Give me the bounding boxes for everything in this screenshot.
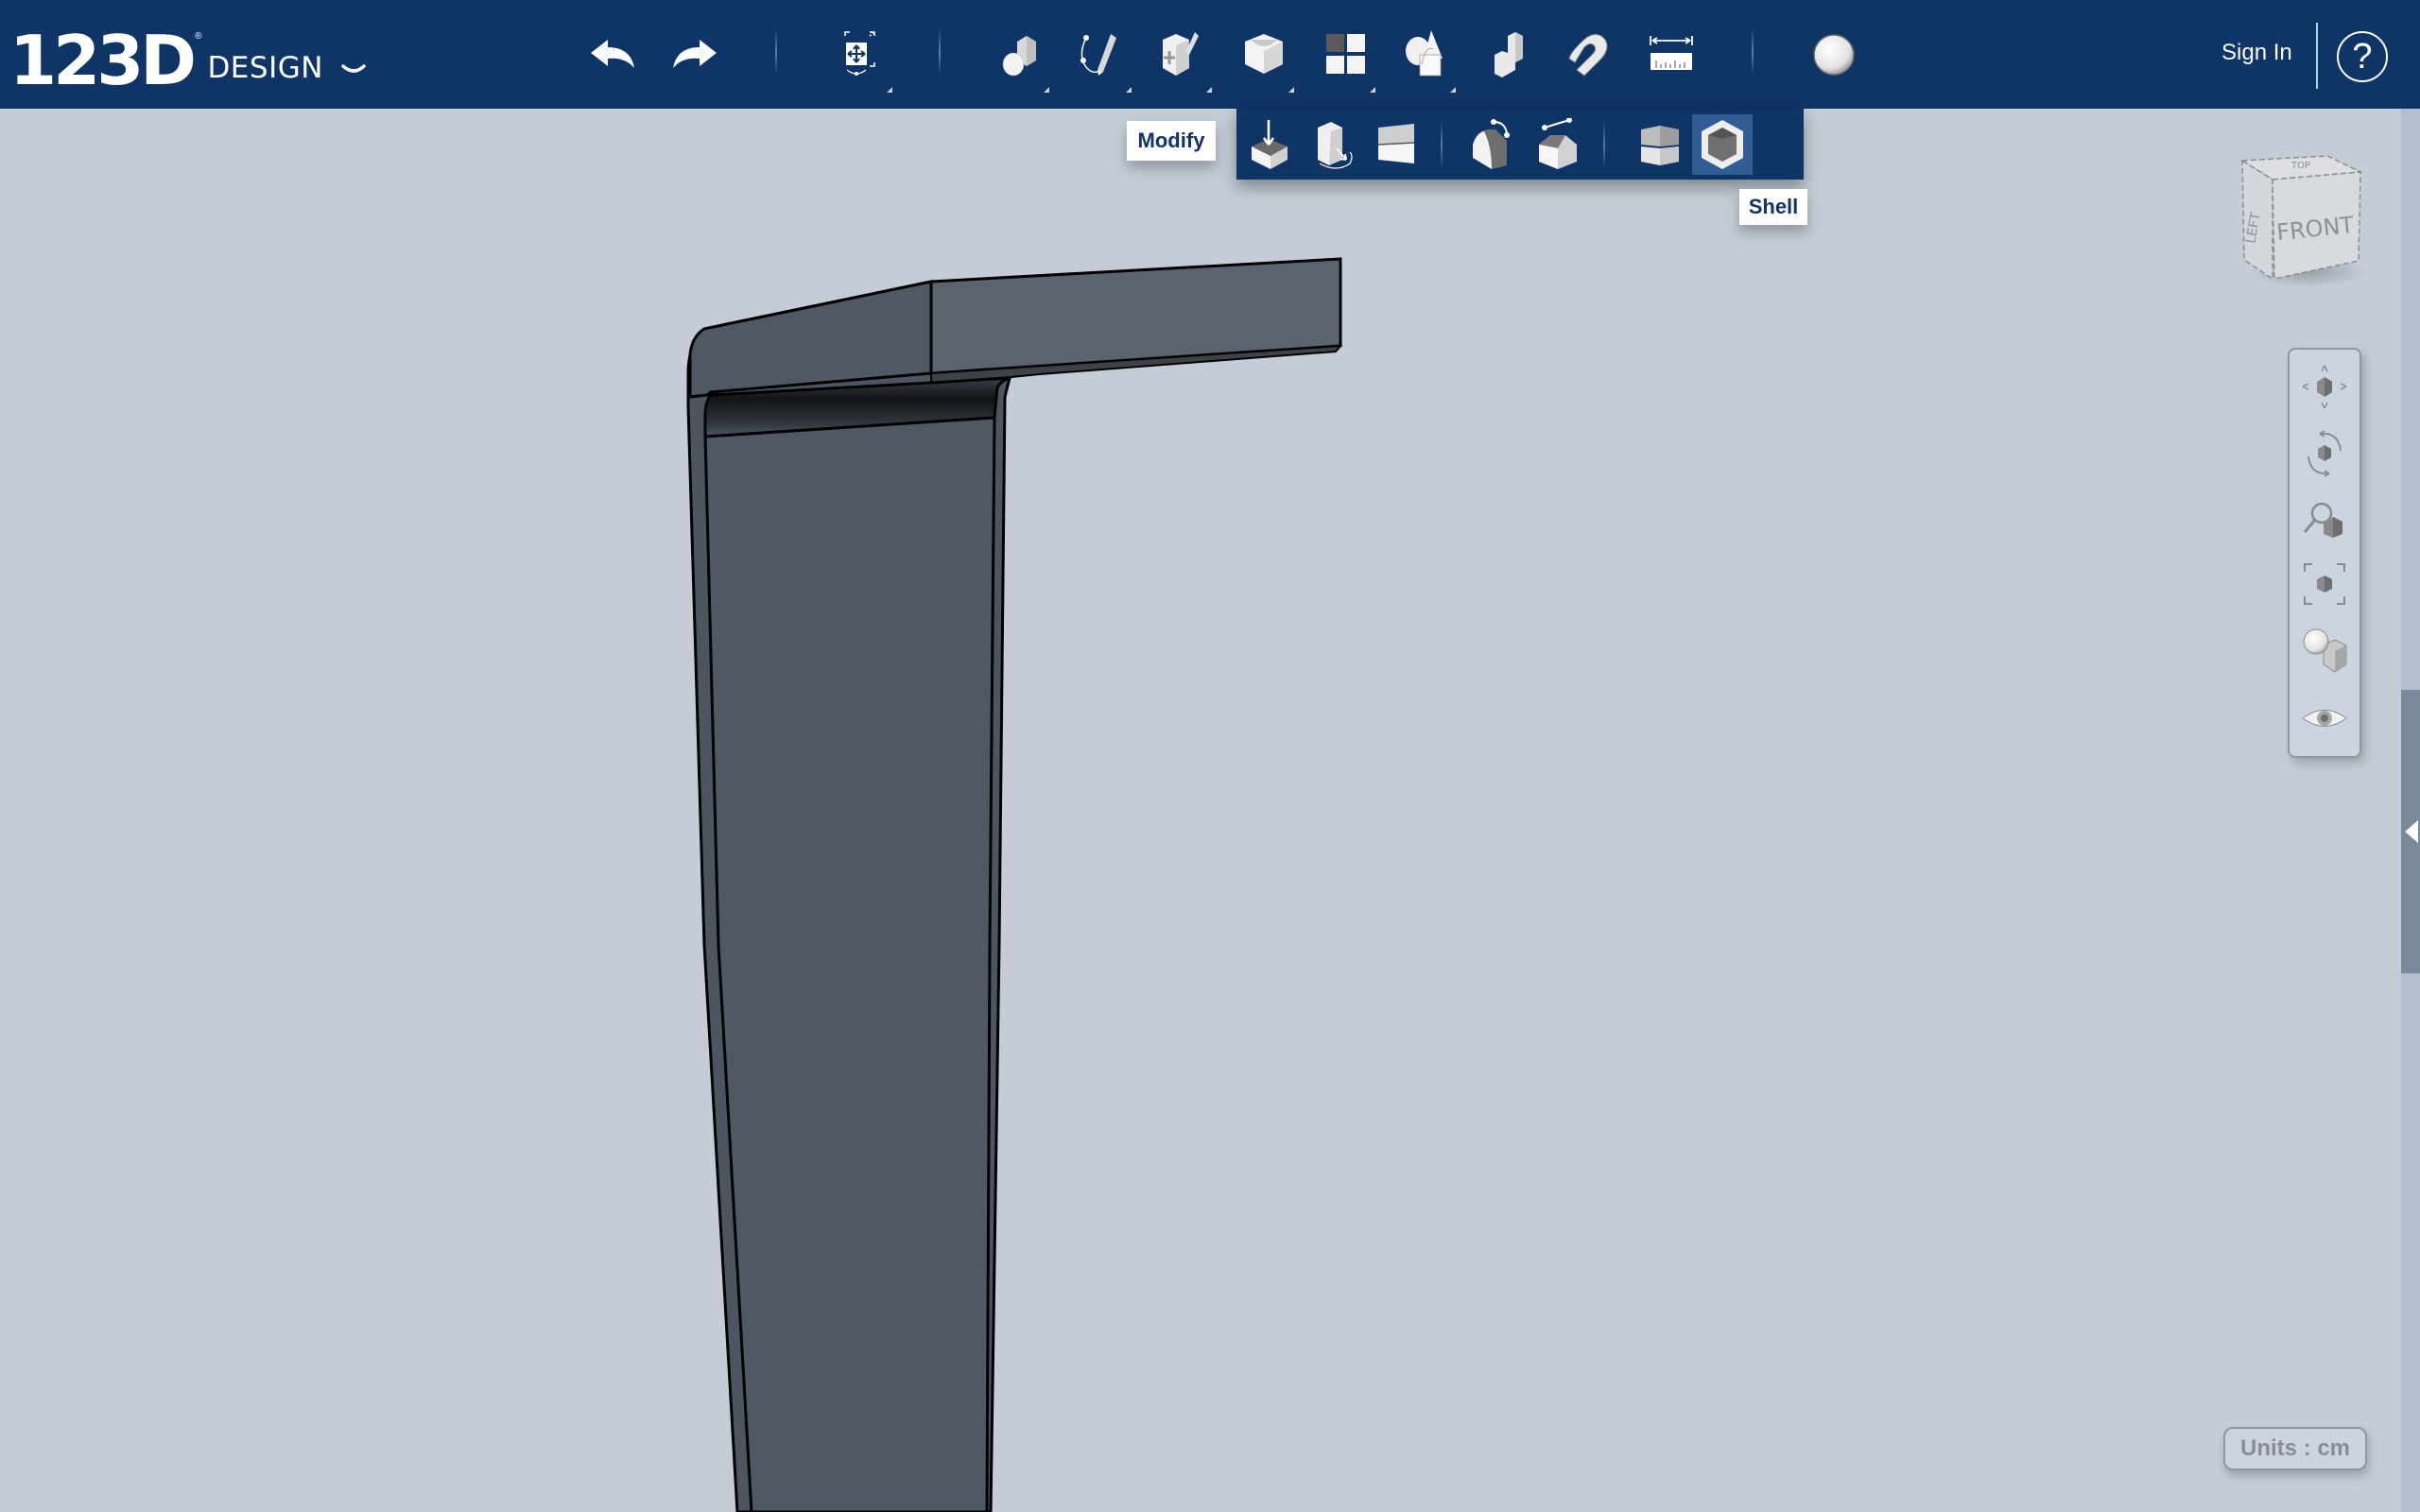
tweak-button[interactable] <box>1305 114 1365 175</box>
materials-outlines-button[interactable] <box>2296 622 2353 679</box>
pan-icon <box>2302 365 2347 409</box>
material-button[interactable] <box>1800 21 1868 89</box>
measure-button[interactable] <box>1637 21 1705 89</box>
primitives-button[interactable] <box>985 21 1053 93</box>
model-inner-wall <box>703 416 996 1512</box>
grouping-button[interactable] <box>1392 21 1460 93</box>
submenu-indicator <box>887 87 892 93</box>
transform-move-icon <box>844 31 875 76</box>
undo-button[interactable] <box>579 21 648 89</box>
construct-button[interactable] <box>1148 21 1216 93</box>
orbit-icon <box>2308 430 2342 477</box>
shell-button[interactable] <box>1692 114 1753 175</box>
app-logo[interactable]: 123D ® DESIGN <box>9 13 367 94</box>
sketch-icon <box>1080 34 1116 76</box>
chamfer-button[interactable] <box>1528 114 1588 175</box>
snap-magnet-icon <box>1568 34 1608 77</box>
model-top-flange-left <box>688 280 933 399</box>
primitives-icon <box>1002 36 1036 77</box>
press-pull-button[interactable] <box>1242 114 1303 175</box>
units-badge[interactable]: Units : cm <box>2223 1427 2367 1470</box>
undo-arrow-icon <box>591 40 634 68</box>
transform-button[interactable] <box>828 21 896 93</box>
chamfer-icon <box>1539 118 1577 169</box>
fillet-button[interactable] <box>1463 114 1524 175</box>
split-solid-button[interactable] <box>1630 114 1690 175</box>
press-pull-icon <box>1252 120 1288 169</box>
redo-arrow-icon <box>673 40 717 68</box>
submenu-separator <box>1603 120 1605 169</box>
fillet-icon <box>1473 119 1510 169</box>
model-underside-strip <box>930 344 1343 385</box>
combine-icon <box>1495 32 1523 77</box>
combine-button[interactable] <box>1476 21 1544 89</box>
model-outer-left-wall <box>686 280 1031 1512</box>
sign-in-link[interactable]: Sign In <box>2221 40 2292 66</box>
submenu-indicator <box>1288 87 1294 93</box>
submenu-indicator <box>1126 87 1132 93</box>
zoom-button[interactable] <box>2296 490 2353 546</box>
split-face-button[interactable] <box>1367 114 1427 175</box>
shell-icon <box>1702 120 1743 169</box>
materials-outlines-icon <box>2303 628 2347 673</box>
right-panel-toggle[interactable] <box>2401 690 2420 973</box>
help-button[interactable]: ? <box>2337 31 2388 82</box>
visibility-button[interactable] <box>2296 690 2353 747</box>
view-cube[interactable]: FRONT LEFT TOP <box>2233 142 2375 293</box>
modify-icon <box>1245 34 1283 74</box>
orbit-button[interactable] <box>2296 425 2353 482</box>
logo-number: 123D <box>9 21 197 100</box>
pan-button[interactable] <box>2296 359 2353 416</box>
submenu-indicator <box>1044 87 1049 93</box>
grouping-icon <box>1406 30 1443 77</box>
toolbar-separator <box>775 28 777 76</box>
toolbar-separator <box>2316 23 2318 89</box>
model-inner-channel <box>703 376 1011 438</box>
shell-tooltip: Shell <box>1739 189 1807 225</box>
submenu-separator <box>1441 120 1443 169</box>
toolbar-separator <box>1752 28 1754 76</box>
measure-ruler-icon <box>1650 36 1693 70</box>
sketch-button[interactable] <box>1067 21 1135 93</box>
chevron-down-icon[interactable] <box>340 62 367 79</box>
popover-arrow <box>1257 98 1278 109</box>
viewport-3d-model[interactable] <box>0 0 2420 1512</box>
tweak-icon <box>1318 122 1353 169</box>
navigation-bar <box>2288 348 2361 758</box>
split-solid-icon <box>1641 126 1679 165</box>
model-top-flange-front <box>929 257 1342 375</box>
material-sphere-icon <box>1813 34 1855 76</box>
submenu-indicator <box>1206 87 1212 93</box>
submenu-indicator <box>1450 87 1456 93</box>
fit-to-view-button[interactable] <box>2296 556 2353 612</box>
construct-icon <box>1163 32 1199 76</box>
fit-to-view-icon <box>2304 563 2345 605</box>
modify-tooltip: Modify <box>1127 121 1216 161</box>
logo-registered-mark: ® <box>195 31 202 42</box>
submenu-indicator <box>1370 87 1375 93</box>
snap-button[interactable] <box>1554 21 1622 89</box>
toolbar-separator <box>939 28 941 76</box>
zoom-icon <box>2303 502 2342 538</box>
chevron-left-icon <box>2405 820 2418 843</box>
pattern-button[interactable] <box>1311 21 1379 93</box>
top-toolbar: 123D ® DESIGN Sign In ? <box>0 0 2420 109</box>
pattern-icon <box>1326 34 1365 74</box>
eye-icon <box>2302 710 2347 727</box>
redo-button[interactable] <box>660 21 728 89</box>
view-cube-top-label[interactable]: TOP <box>2290 161 2310 171</box>
logo-word: DESIGN <box>207 51 323 85</box>
split-face-icon <box>1377 124 1415 163</box>
modify-button[interactable] <box>1230 21 1298 93</box>
modify-submenu <box>1236 109 1804 180</box>
